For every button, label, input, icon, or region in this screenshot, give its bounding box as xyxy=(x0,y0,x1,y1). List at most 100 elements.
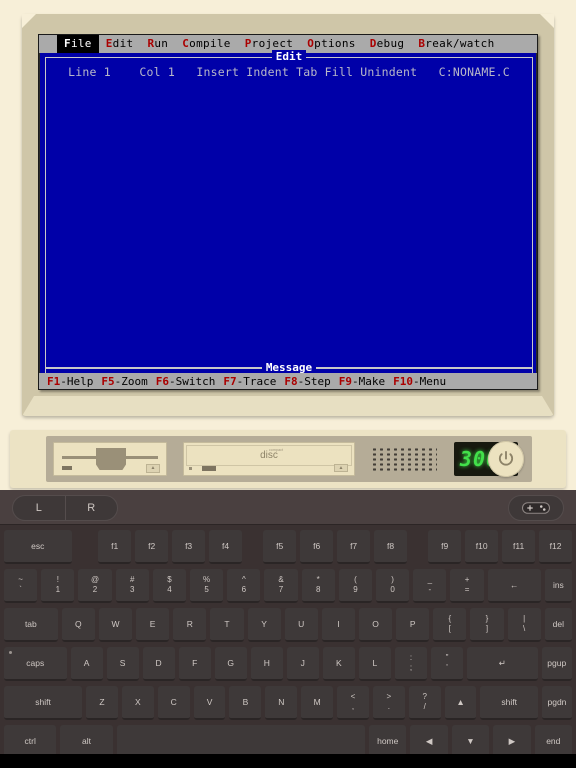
key-f8[interactable]: f8 xyxy=(374,530,408,564)
floppy-drive[interactable]: ▲ xyxy=(53,442,167,476)
key-f2[interactable]: f2 xyxy=(135,530,169,564)
key-f12[interactable]: f12 xyxy=(539,530,573,564)
key-label: f4 xyxy=(222,541,230,551)
key-5[interactable]: % 5 xyxy=(190,569,224,603)
mouse-left-button[interactable]: L xyxy=(13,496,66,520)
key-i[interactable]: I xyxy=(321,608,355,642)
fkey-f8[interactable]: F8-Step xyxy=(284,375,330,388)
key-r[interactable]: R xyxy=(173,608,207,642)
key-9[interactable]: (9 xyxy=(338,569,373,603)
key-1-13[interactable]: ← xyxy=(487,569,541,603)
key-f10[interactable]: f10 xyxy=(465,530,499,564)
cd-eject-button[interactable]: ▲ xyxy=(334,464,348,472)
key-h[interactable]: H xyxy=(250,647,283,681)
key-1[interactable]: ! 1 xyxy=(41,569,75,603)
key-2-13[interactable]: | \ xyxy=(507,608,541,642)
key-shift[interactable]: shift xyxy=(4,686,83,720)
key-w[interactable]: W xyxy=(98,608,133,642)
key-4-9[interactable]: >. xyxy=(372,686,405,720)
key-3-12[interactable]: ↵ xyxy=(467,647,538,681)
key-a[interactable]: A xyxy=(70,647,103,681)
key-shift-glyph: _ xyxy=(427,575,433,584)
key-y[interactable]: Y xyxy=(247,608,281,642)
key-k[interactable]: K xyxy=(322,647,355,681)
key-1-11[interactable]: _ - xyxy=(413,569,447,603)
key-4-11[interactable]: ▲ xyxy=(444,686,477,720)
crt-screen[interactable]: File Edit Run Compile Project Options Debug Bre… xyxy=(38,34,538,390)
speaker-grille-icon xyxy=(371,447,437,471)
key-s[interactable]: S xyxy=(106,647,139,681)
key-f1[interactable]: f1 xyxy=(98,530,132,564)
key-1-0[interactable]: ~ ` xyxy=(4,569,38,603)
fkey-f1[interactable]: F1-Help xyxy=(47,375,93,388)
keyboard-row-shift-row: shift Z X C V B N M <, >.? / ▲ shift pgdn xyxy=(4,686,573,720)
key-f4[interactable]: f4 xyxy=(209,530,243,564)
key-e[interactable]: E xyxy=(136,608,170,642)
key-esc[interactable]: esc xyxy=(4,530,72,564)
key-z[interactable]: Z xyxy=(86,686,118,720)
edit-window[interactable]: Edit Line 1 Col 1 Insert Indent Tab Fill… xyxy=(45,50,533,368)
key-j[interactable]: J xyxy=(286,647,319,681)
key-f9[interactable]: f9 xyxy=(428,530,462,564)
key-f[interactable]: F xyxy=(178,647,211,681)
key-p[interactable]: P xyxy=(396,608,430,642)
power-button[interactable] xyxy=(488,441,524,477)
gamepad-button[interactable] xyxy=(508,495,564,521)
floppy-eject-button[interactable]: ▲ xyxy=(146,464,160,473)
key-4-10[interactable]: ? / xyxy=(408,686,441,720)
key-b[interactable]: B xyxy=(229,686,262,720)
key-c[interactable]: C xyxy=(157,686,190,720)
key-m[interactable]: M xyxy=(301,686,334,720)
key-f6[interactable]: f6 xyxy=(300,530,334,564)
key-l[interactable]: L xyxy=(358,647,391,681)
key-x[interactable]: X xyxy=(121,686,154,720)
key-q[interactable]: Q xyxy=(61,608,95,642)
cd-drive[interactable]: compact disc ▲ xyxy=(183,442,355,476)
key-4-8[interactable]: <, xyxy=(337,686,369,720)
key-3-10[interactable]: :; xyxy=(394,647,427,681)
key-6[interactable]: ^ 6 xyxy=(227,569,261,603)
key-caps[interactable]: caps xyxy=(4,647,67,681)
key-tab[interactable]: tab xyxy=(4,608,58,642)
key-f3[interactable]: f3 xyxy=(172,530,206,564)
key-1-12[interactable]: + = xyxy=(450,569,484,603)
key-o[interactable]: O xyxy=(358,608,393,642)
key-7[interactable]: & 7 xyxy=(264,569,298,603)
key-shift-glyph: > xyxy=(386,692,392,701)
key-shift[interactable]: shift xyxy=(480,686,538,720)
key-base-glyph: = xyxy=(464,585,470,594)
key-t[interactable]: T xyxy=(210,608,244,642)
key-0[interactable]: ) 0 xyxy=(376,569,410,603)
key-2-12[interactable]: }] xyxy=(470,608,504,642)
key-3[interactable]: #3 xyxy=(115,569,149,603)
cd-drive-tray[interactable]: compact disc xyxy=(186,445,352,466)
key-2-11[interactable]: {[ xyxy=(433,608,467,642)
key-d[interactable]: D xyxy=(142,647,175,681)
key-pgdn[interactable]: pgdn xyxy=(541,686,573,720)
key-u[interactable]: U xyxy=(284,608,318,642)
key-f5[interactable]: f5 xyxy=(263,530,297,564)
key-8[interactable]: * 8 xyxy=(301,569,335,603)
fkey-f9[interactable]: F9-Make xyxy=(339,375,385,388)
monitor-bezel-chin xyxy=(22,396,554,416)
key-4[interactable]: $4 xyxy=(152,569,187,603)
fkey-f7[interactable]: F7-Trace xyxy=(223,375,276,388)
key-grid[interactable]: esc f1 f2 f3 f4 f5 f6 f7 f8 f9 f10 f11 f12 ~ `! 1 @2 #3 $4… xyxy=(0,525,576,759)
mouse-right-button[interactable]: R xyxy=(66,496,118,520)
fkey-f10[interactable]: F10-Menu xyxy=(393,375,446,388)
key-pgup[interactable]: pgup xyxy=(541,647,572,681)
function-key-bar[interactable]: F1-Help F5-Zoom F6-Switch F7-Trace F8-Step F9… xyxy=(39,373,537,389)
key-del[interactable]: del xyxy=(544,608,572,642)
key-f11[interactable]: f11 xyxy=(502,530,536,564)
key-3-11[interactable]: " ' xyxy=(430,647,464,681)
key-v[interactable]: V xyxy=(193,686,226,720)
key-n[interactable]: N xyxy=(265,686,298,720)
fkey-f5[interactable]: F5-Zoom xyxy=(101,375,147,388)
key-g[interactable]: G xyxy=(214,647,247,681)
key-2[interactable]: @2 xyxy=(78,569,112,603)
fkey-f6[interactable]: F6-Switch xyxy=(156,375,216,388)
menu-label: un xyxy=(154,37,169,50)
key-f7[interactable]: f7 xyxy=(337,530,371,564)
key-label: esc xyxy=(31,541,45,551)
key-ins[interactable]: ins xyxy=(544,569,572,603)
